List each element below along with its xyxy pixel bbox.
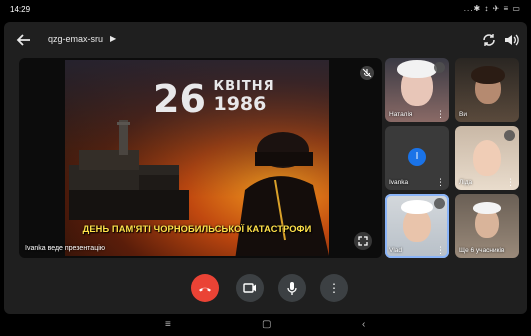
participant-cap <box>473 202 501 214</box>
participant-tile[interactable]: Ви <box>455 58 519 122</box>
status-time: 14:29 <box>10 5 31 14</box>
slide-caption: ДЕНЬ ПАМ'ЯТІ ЧОРНОБИЛЬСЬКОЇ КАТАСТРОФИ <box>82 224 312 234</box>
mic-off-icon <box>504 130 515 141</box>
slide-date: 26 КВІТНЯ 1986 <box>153 77 275 121</box>
chevron-right-icon[interactable]: ▶ <box>110 34 116 43</box>
call-end-icon <box>199 287 211 292</box>
system-nav-bar: ≡ ▢ ‹ <box>0 314 531 336</box>
avatar: I <box>408 148 426 166</box>
videocam-icon <box>243 283 256 293</box>
more-options-button[interactable]: ⋮ <box>320 274 348 302</box>
switch-camera-icon[interactable] <box>481 32 497 48</box>
presentation-slide: 26 КВІТНЯ 1986 ДЕНЬ ПАМ'ЯТІ ЧОРНОБИЛЬСЬК… <box>65 60 329 256</box>
status-bar: 14:29 ...✱ ↕ ✈ ≡ ▭ <box>0 0 531 22</box>
call-controls: ⋮ <box>4 274 527 304</box>
hang-up-button[interactable] <box>191 274 219 302</box>
speaker-icon[interactable] <box>503 32 519 48</box>
more-participants-label: Ще 6 учасників <box>459 247 505 254</box>
participant-tile[interactable]: Наталія ⋮ <box>385 58 449 122</box>
more-vert-icon[interactable]: ⋮ <box>506 178 515 187</box>
participant-cap <box>401 200 433 214</box>
more-vert-icon[interactable]: ⋮ <box>436 246 445 255</box>
presenter-label: Ivanka веде презентацію <box>25 245 106 252</box>
slide-year: 1986 <box>213 93 267 115</box>
mic-off-icon <box>434 62 445 73</box>
mic-off-icon <box>360 66 374 80</box>
slide-month: КВІТНЯ <box>213 79 275 94</box>
recents-icon[interactable]: ≡ <box>165 319 171 330</box>
participant-name: Ліда <box>459 179 473 186</box>
more-vert-icon: ⋮ <box>328 281 340 295</box>
reactor-image <box>69 120 189 220</box>
fullscreen-icon <box>358 236 368 246</box>
status-icons: ...✱ ↕ ✈ ≡ ▭ <box>463 4 521 13</box>
participant-hair <box>471 66 505 84</box>
participant-tile[interactable]: I Ivanka ⋮ <box>385 126 449 190</box>
home-icon[interactable]: ▢ <box>262 319 271 330</box>
microphone-button[interactable] <box>278 274 306 302</box>
slide-day: 26 <box>153 77 206 121</box>
mic-icon <box>287 282 297 295</box>
more-vert-icon[interactable]: ⋮ <box>436 110 445 119</box>
call-header: qzg-emax-sru ▶ <box>4 22 527 58</box>
camera-button[interactable] <box>236 274 264 302</box>
participant-name: Ви <box>459 111 467 118</box>
fullscreen-button[interactable] <box>354 232 372 250</box>
meet-app: qzg-emax-sru ▶ 26 КВІТНЯ 1986 ДЕНЬ ПАМ'Я… <box>4 22 527 314</box>
back-icon[interactable]: ‹ <box>362 319 365 330</box>
firefighter-image <box>235 132 329 256</box>
participant-tile[interactable]: Ще 6 учасників <box>455 194 519 258</box>
presentation-tile[interactable]: 26 КВІТНЯ 1986 ДЕНЬ ПАМ'ЯТІ ЧОРНОБИЛЬСЬК… <box>19 58 382 258</box>
participant-video <box>473 140 501 176</box>
participant-name: Vlad <box>389 247 403 254</box>
meeting-code[interactable]: qzg-emax-sru <box>48 34 103 44</box>
mic-off-icon <box>434 198 445 209</box>
participant-name: Наталія <box>389 111 413 118</box>
more-vert-icon[interactable]: ⋮ <box>436 178 445 187</box>
participant-tile[interactable]: Ліда ⋮ <box>455 126 519 190</box>
participant-name: Ivanka <box>389 179 409 186</box>
arrow-back-icon[interactable] <box>16 32 32 48</box>
participant-hat <box>397 60 437 78</box>
participant-tile[interactable]: Vlad ⋮ <box>385 194 449 258</box>
